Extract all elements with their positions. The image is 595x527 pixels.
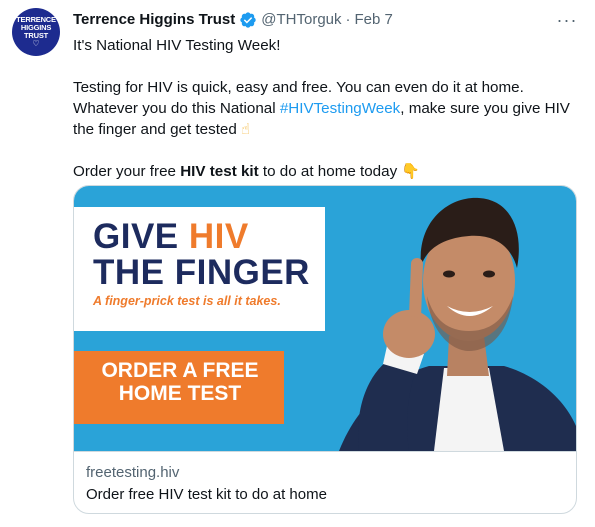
card-meta[interactable]: freetesting.hiv Order free HIV test kit … xyxy=(74,451,576,513)
card-domain: freetesting.hiv xyxy=(86,464,180,481)
card-image[interactable]: GIVE HIV THE FINGER A finger-prick test … xyxy=(74,186,576,451)
tweet-line-1: It's National HIV Testing Week! xyxy=(73,37,281,54)
image-tagline: A finger-prick test is all it takes. xyxy=(93,294,281,308)
tweet-date[interactable]: Feb 7 xyxy=(355,10,393,30)
text-part: Order your free xyxy=(73,163,181,180)
bold-text: HIV test kit xyxy=(180,163,259,180)
person-photo xyxy=(339,197,576,451)
pointing-up-emoji-icon: ☝ xyxy=(241,121,251,138)
pointing-down-emoji-icon: 👇 xyxy=(401,163,421,180)
verified-badge-icon xyxy=(240,12,256,28)
link-card[interactable]: GIVE HIV THE FINGER A finger-prick test … xyxy=(73,185,577,514)
headline-hiv: HIV xyxy=(188,217,249,256)
cta-text: ORDER A FREE HOME TEST xyxy=(101,359,259,405)
card-title: Order free HIV test kit to do at home xyxy=(86,486,327,503)
more-dots-icon[interactable]: ··· xyxy=(553,8,581,32)
separator-dot: · xyxy=(345,11,351,28)
avatar[interactable]: TERRENCE HIGGINS TRUST ♡ xyxy=(12,8,60,56)
text-part: to do at home today xyxy=(258,163,402,180)
tweet[interactable]: TERRENCE HIGGINS TRUST ♡ Terrence Higgin… xyxy=(0,0,595,527)
tweet-header: Terrence Higgins Trust @THTorguk · Feb 7… xyxy=(73,10,581,30)
headline-give: GIVE xyxy=(93,217,189,256)
heart-icon: ♡ xyxy=(32,39,40,48)
headline-give-hiv: GIVE HIV xyxy=(93,219,249,255)
tweet-paragraph-3: Order your free HIV test kit to do at ho… xyxy=(73,161,573,182)
tweet-paragraph-2: Testing for HIV is quick, easy and free.… xyxy=(73,77,573,140)
headline-the-finger: THE FINGER xyxy=(93,253,310,292)
hashtag-link[interactable]: #HIVTestingWeek xyxy=(280,100,400,117)
tweet-text: It's National HIV Testing Week! Testing … xyxy=(73,35,573,182)
author-name[interactable]: Terrence Higgins Trust xyxy=(73,10,235,30)
author-handle[interactable]: @THTorguk xyxy=(261,10,341,30)
